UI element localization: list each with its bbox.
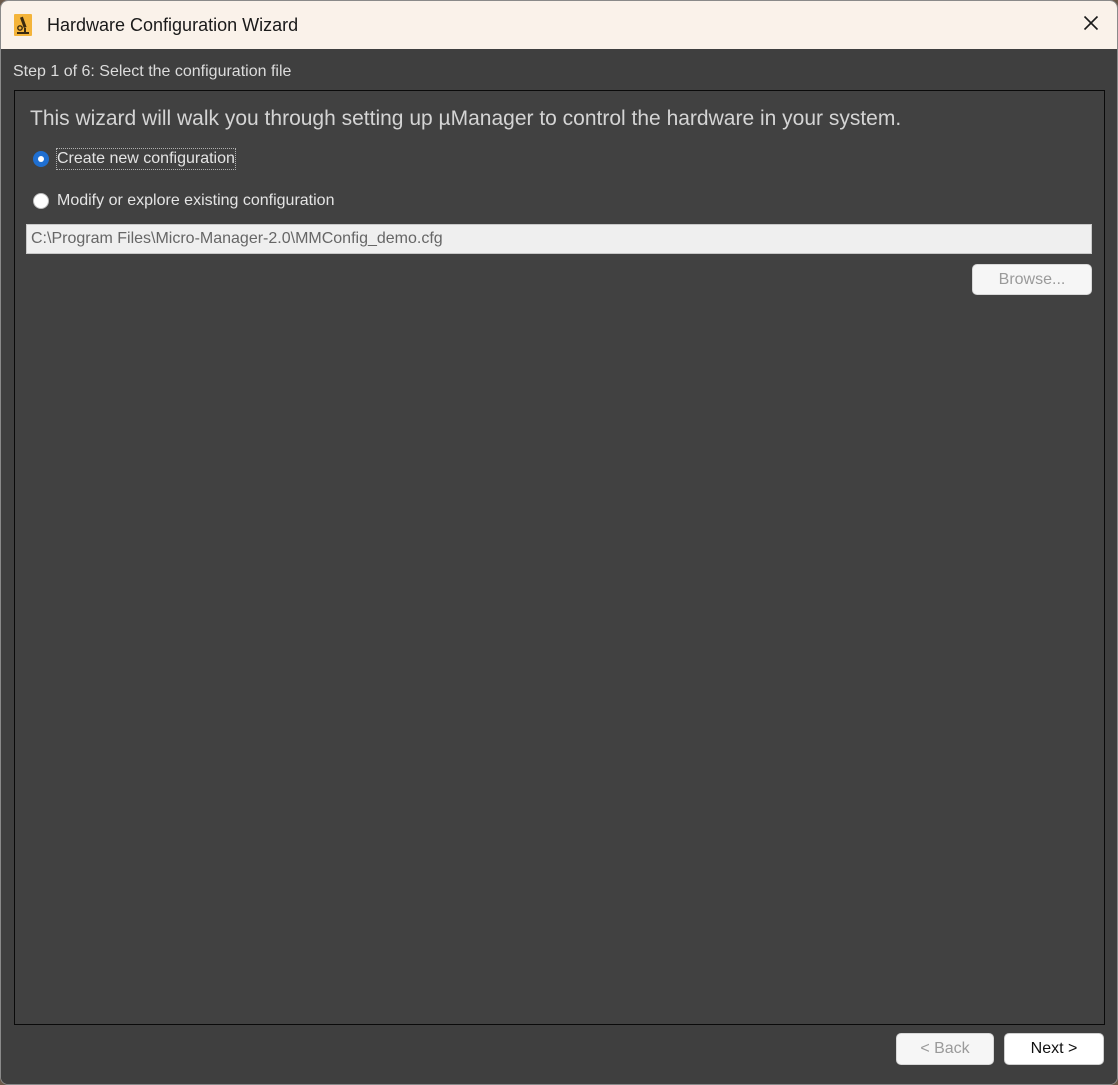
config-panel: This wizard will walk you through settin… [14, 90, 1105, 1025]
next-button[interactable]: Next > [1004, 1033, 1104, 1065]
create-new-radio[interactable] [33, 151, 49, 167]
wizard-window: Hardware Configuration Wizard Step 1 of … [0, 0, 1118, 1085]
step-label: Step 1 of 6: Select the configuration fi… [13, 63, 292, 80]
modify-existing-option[interactable]: Modify or explore existing configuration [33, 189, 334, 213]
modify-existing-radio[interactable] [33, 193, 49, 209]
create-new-option[interactable]: Create new configuration [33, 147, 236, 171]
close-icon [1083, 15, 1099, 36]
modify-existing-label[interactable]: Modify or explore existing configuration [57, 191, 334, 211]
close-button[interactable] [1069, 5, 1113, 45]
intro-text: This wizard will walk you through settin… [30, 107, 902, 130]
wizard-body: Step 1 of 6: Select the configuration fi… [1, 49, 1117, 1084]
window-title: Hardware Configuration Wizard [47, 15, 299, 35]
create-new-label[interactable]: Create new configuration [56, 148, 236, 170]
browse-button[interactable]: Browse... [972, 264, 1092, 295]
back-button[interactable]: < Back [896, 1033, 994, 1065]
microscope-icon [13, 13, 33, 37]
config-file-path-field[interactable]: C:\Program Files\Micro-Manager-2.0\MMCon… [26, 224, 1092, 254]
title-bar: Hardware Configuration Wizard [1, 1, 1117, 49]
